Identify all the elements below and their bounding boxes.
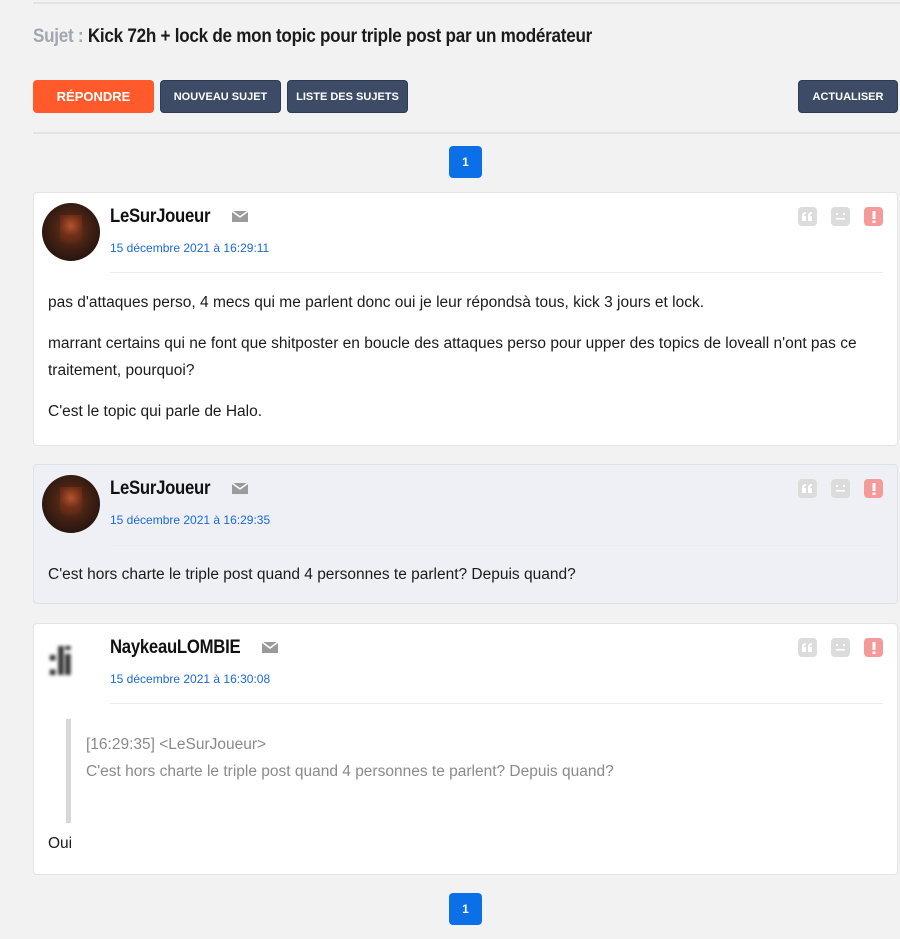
post-paragraph: Oui — [48, 835, 73, 852]
post-divider — [110, 545, 883, 546]
post-card: LeSurJoueur 15 décembre 2021 à 16:29:11 … — [33, 192, 898, 446]
pagination-bottom-page[interactable]: 1 — [449, 893, 482, 925]
post-date[interactable]: 15 décembre 2021 à 16:29:35 — [110, 513, 270, 527]
post-actions — [798, 479, 883, 498]
report-icon[interactable] — [864, 479, 883, 498]
post-actions — [798, 207, 883, 226]
report-icon[interactable] — [864, 207, 883, 226]
report-icon[interactable] — [864, 638, 883, 657]
subject-label: Sujet : — [33, 26, 84, 47]
topic-list-button[interactable]: Liste des sujets — [287, 80, 408, 113]
post-date[interactable]: 15 décembre 2021 à 16:29:11 — [110, 241, 269, 255]
post-card: :li NaykeauLOMBIE 15 décembre 2021 à 16:… — [33, 623, 898, 875]
top-divider — [33, 2, 900, 4]
post-actions — [798, 638, 883, 657]
post-divider — [110, 703, 883, 704]
new-topic-button[interactable]: Nouveau sujet — [160, 80, 281, 113]
post-content: pas d'attaques perso, 4 mecs qui me parl… — [48, 289, 867, 439]
face-icon[interactable] — [831, 207, 850, 226]
face-icon[interactable] — [831, 638, 850, 657]
post-paragraph: marrant certains qui ne font que shitpos… — [48, 335, 857, 379]
reply-button[interactable]: Répondre — [33, 80, 154, 113]
topic-subject: Sujet : Kick 72h + lock de mon topic pou… — [33, 26, 592, 48]
avatar[interactable] — [42, 475, 100, 533]
avatar[interactable] — [42, 203, 100, 261]
post-card: LeSurJoueur 15 décembre 2021 à 16:29:35 … — [33, 464, 898, 604]
toolbar-divider — [33, 132, 900, 134]
post-paragraph: C'est hors charte le triple post quand 4… — [48, 566, 576, 583]
pagination-top-page[interactable]: 1 — [449, 146, 482, 178]
avatar[interactable]: :li — [42, 634, 100, 692]
quote-icon[interactable] — [798, 638, 817, 657]
post-author[interactable]: NaykeauLOMBIE — [110, 637, 241, 659]
post-author[interactable]: LeSurJoueur — [110, 206, 211, 228]
topic-title: Kick 72h + lock de mon topic pour triple… — [87, 26, 593, 47]
refresh-button[interactable]: Actualiser — [798, 80, 898, 113]
post-paragraph: pas d'attaques perso, 4 mecs qui me parl… — [48, 294, 705, 311]
mail-icon[interactable] — [232, 483, 248, 494]
post-content: C'est hors charte le triple post quand 4… — [48, 561, 867, 602]
quote-icon[interactable] — [798, 207, 817, 226]
post-content: Oui — [48, 830, 867, 871]
quote-text: C'est hors charte le triple post quand 4… — [86, 763, 614, 780]
post-divider — [110, 272, 883, 273]
post-author[interactable]: LeSurJoueur — [110, 478, 211, 500]
mail-icon[interactable] — [262, 642, 278, 653]
quote-icon[interactable] — [798, 479, 817, 498]
mail-icon[interactable] — [232, 211, 248, 222]
post-paragraph: C'est le topic qui parle de Halo. — [48, 403, 263, 420]
quote-header: [16:29:35] <LeSurJoueur> — [86, 736, 267, 753]
blockquote: [16:29:35] <LeSurJoueur> C'est hors char… — [66, 719, 900, 823]
post-date[interactable]: 15 décembre 2021 à 16:30:08 — [110, 672, 270, 686]
face-icon[interactable] — [831, 479, 850, 498]
